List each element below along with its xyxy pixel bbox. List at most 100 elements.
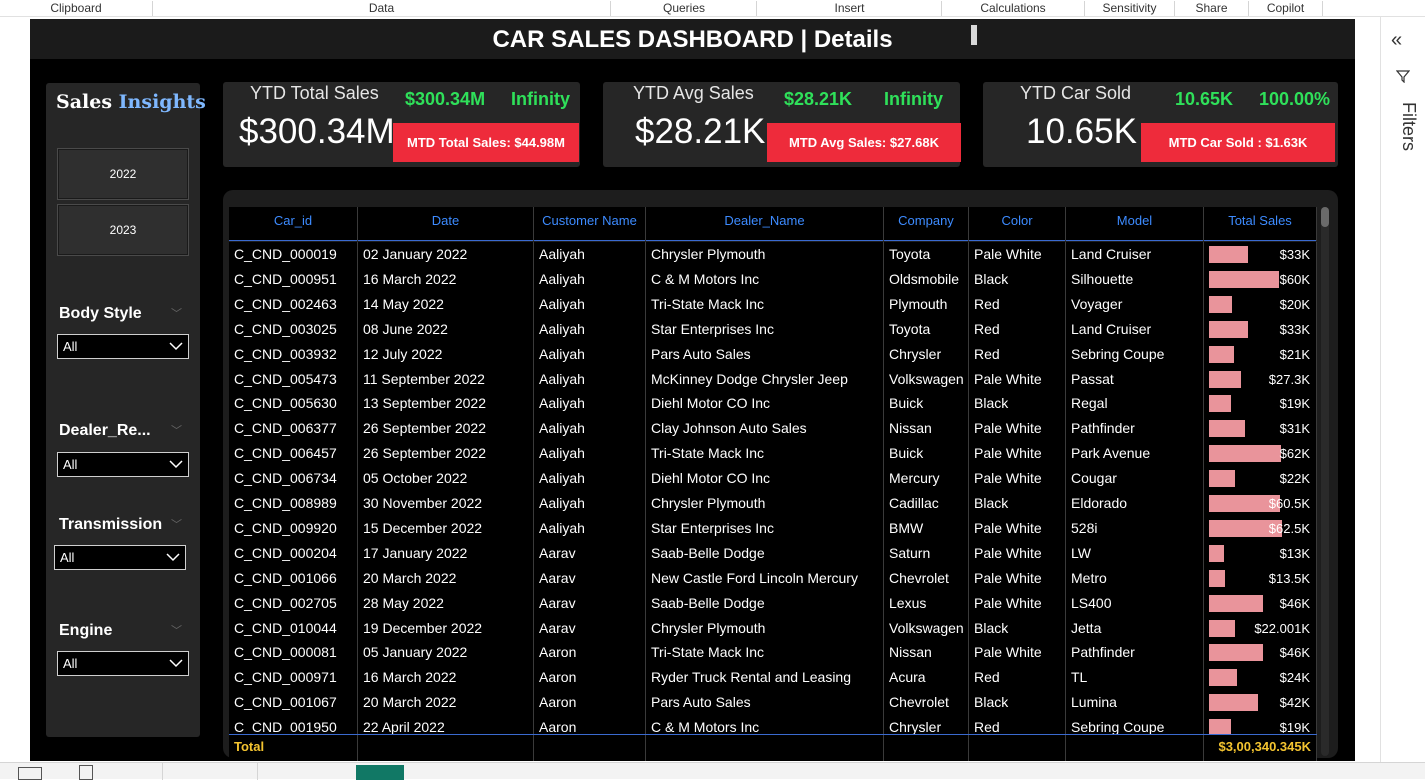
table-row[interactable]: C_CND_000971 16 March 2022 Aaron Ryder Truc…	[229, 665, 1317, 691]
chevron-down-icon[interactable]: ﹀	[171, 622, 182, 638]
cell-color: Red	[969, 316, 1066, 342]
cell-date: 17 January 2022	[358, 540, 534, 566]
column-header-car-id[interactable]: Car_id	[229, 207, 358, 241]
cell-model: LW	[1066, 540, 1204, 566]
table-row[interactable]: C_CND_003025 08 June 2022 Aaliyah Star Ente…	[229, 316, 1317, 342]
cell-dealer: Clay Johnson Auto Sales	[646, 416, 884, 442]
cell-car-id: C_CND_006377	[229, 416, 358, 442]
column-header-dealer-name[interactable]: Dealer_Name	[646, 207, 884, 241]
table-total-row: Total $3,00,340.345K	[229, 734, 1317, 761]
cell-color: Red	[969, 291, 1066, 317]
cell-model: Cougar	[1066, 466, 1204, 492]
chevron-down-icon[interactable]: ﹀	[171, 305, 182, 321]
table-row[interactable]: C_CND_006457 26 September 2022 Aaliyah Tri-…	[229, 441, 1317, 467]
table-row[interactable]: C_CND_000019 02 January 2022 Aaliyah Chrysl…	[229, 242, 1317, 267]
sales-value: $27.3K	[1268, 371, 1310, 387]
table-row[interactable]: C_CND_003932 12 July 2022 Aaliyah Pars Auto…	[229, 341, 1317, 367]
page-tab[interactable]	[163, 763, 258, 780]
filters-label: Filters	[1399, 102, 1419, 151]
table-row[interactable]: C_CND_000951 16 March 2022 Aaliyah C & M Mo…	[229, 266, 1317, 292]
transmission-dropdown[interactable]: All	[54, 545, 186, 570]
column-header-color[interactable]: Color	[969, 207, 1066, 241]
cell-date: 26 September 2022	[358, 441, 534, 467]
sales-databar	[1209, 420, 1245, 438]
table-row[interactable]: C_CND_006734 05 October 2022 Aaliyah Diehl …	[229, 466, 1317, 492]
dealer-region-dropdown[interactable]: All	[57, 452, 189, 477]
cell-car-id: C_CND_003025	[229, 316, 358, 342]
cell-color: Pale White	[969, 565, 1066, 591]
chevron-down-icon[interactable]: ﹀	[171, 516, 182, 532]
add-page-button[interactable]	[356, 765, 404, 780]
sales-databar	[1209, 295, 1232, 313]
sales-value: $33K	[1279, 247, 1310, 262]
column-header-total-sales[interactable]: Total Sales	[1204, 207, 1317, 241]
table-row[interactable]: C_CND_005473 11 September 2022 Aaliyah McKi…	[229, 366, 1317, 392]
sales-databar	[1209, 470, 1235, 488]
cell-customer: Aarav	[534, 590, 646, 616]
cell-company: Buick	[884, 441, 969, 467]
cell-customer: Aaron	[534, 690, 646, 716]
year-button-2022[interactable]: 2022	[57, 148, 189, 200]
collapse-chevrons-icon[interactable]: «	[1391, 29, 1402, 52]
cell-company: Volkswagen	[884, 366, 969, 392]
cell-company: Nissan	[884, 416, 969, 442]
table-row[interactable]: C_CND_010044 19 December 2022 Aarav Chrysle…	[229, 615, 1317, 641]
table-row[interactable]: C_CND_008989 30 November 2022 Aaliyah Chrys…	[229, 491, 1317, 516]
table-row[interactable]: C_CND_000204 17 January 2022 Aarav Saab-Bel…	[229, 540, 1317, 566]
body-style-dropdown[interactable]: All	[57, 334, 189, 359]
chevron-down-icon[interactable]: ﹀	[171, 422, 182, 438]
cell-model: Voyager	[1066, 291, 1204, 317]
sales-databar	[1209, 694, 1258, 712]
cell-car-id: C_CND_005630	[229, 391, 358, 417]
year-button-2023[interactable]: 2023	[57, 204, 189, 256]
sales-value: $13K	[1279, 545, 1310, 561]
total-column-separator	[645, 735, 646, 761]
cell-date: 02 January 2022	[358, 242, 534, 267]
sales-databar	[1209, 619, 1235, 637]
table-row[interactable]: C_CND_002705 28 May 2022 Aarav Saab-Belle D…	[229, 590, 1317, 616]
table-body[interactable]: C_CND_000019 02 January 2022 Aaliyah Chrysl…	[229, 242, 1317, 734]
cell-sales: $46K	[1204, 640, 1317, 666]
cell-company: Chrysler	[884, 341, 969, 367]
table-row[interactable]: C_CND_001067 20 March 2022 Aaron Pars Auto …	[229, 690, 1317, 716]
engine-dropdown[interactable]: All	[57, 651, 189, 676]
scrollbar-thumb[interactable]	[1321, 207, 1329, 227]
cell-company: Plymouth	[884, 291, 969, 317]
filters-pane[interactable]: « Filters	[1380, 17, 1425, 762]
cell-customer: Aaliyah	[534, 416, 646, 442]
filter-funnel-icon	[1396, 70, 1410, 83]
cell-color: Pale White	[969, 515, 1066, 541]
cell-customer: Aaron	[534, 715, 646, 734]
cell-customer: Aarav	[534, 540, 646, 566]
column-header-customer-name[interactable]: Customer Name	[534, 207, 646, 241]
cell-model: 528i	[1066, 515, 1204, 541]
cell-model: Pathfinder	[1066, 416, 1204, 442]
page-tab[interactable]	[0, 763, 163, 780]
column-header-date[interactable]: Date	[358, 207, 534, 241]
table-scrollbar[interactable]	[1321, 207, 1329, 756]
sales-value: $19K	[1279, 396, 1310, 412]
cell-date: 05 January 2022	[358, 640, 534, 666]
column-header-model[interactable]: Model	[1066, 207, 1204, 241]
cell-dealer: Tri-State Mack Inc	[646, 291, 884, 317]
column-header-company[interactable]: Company	[884, 207, 969, 241]
cell-customer: Aaliyah	[534, 341, 646, 367]
cell-date: 13 September 2022	[358, 391, 534, 417]
table-row[interactable]: C_CND_002463 14 May 2022 Aaliyah Tri-State …	[229, 291, 1317, 317]
sales-databar	[1209, 669, 1237, 687]
table-row[interactable]: C_CND_000081 05 January 2022 Aaron Tri-Stat…	[229, 640, 1317, 666]
kpi-compare-value: $300.34M	[405, 89, 486, 109]
cell-dealer: Saab-Belle Dodge	[646, 540, 884, 566]
table-row[interactable]: C_CND_006377 26 September 2022 Aaliyah Clay…	[229, 416, 1317, 442]
table-row[interactable]: C_CND_001066 20 March 2022 Aarav New Castle…	[229, 565, 1317, 591]
kpi-label: YTD Avg Sales	[633, 83, 754, 103]
dropdown-value: All	[60, 550, 75, 565]
cell-sales: $33K	[1204, 242, 1317, 267]
cell-color: Black	[969, 391, 1066, 417]
table-row[interactable]: C_CND_001950 22 April 2022 Aaron C & M Moto…	[229, 715, 1317, 734]
slicer-title-dealer-region: Dealer_Re...	[59, 422, 151, 439]
sales-value: $62K	[1279, 446, 1310, 462]
table-row[interactable]: C_CND_005630 13 September 2022 Aaliyah Dieh…	[229, 391, 1317, 417]
table-row[interactable]: C_CND_009920 15 December 2022 Aaliyah Star …	[229, 515, 1317, 541]
dropdown-value: All	[63, 457, 78, 472]
